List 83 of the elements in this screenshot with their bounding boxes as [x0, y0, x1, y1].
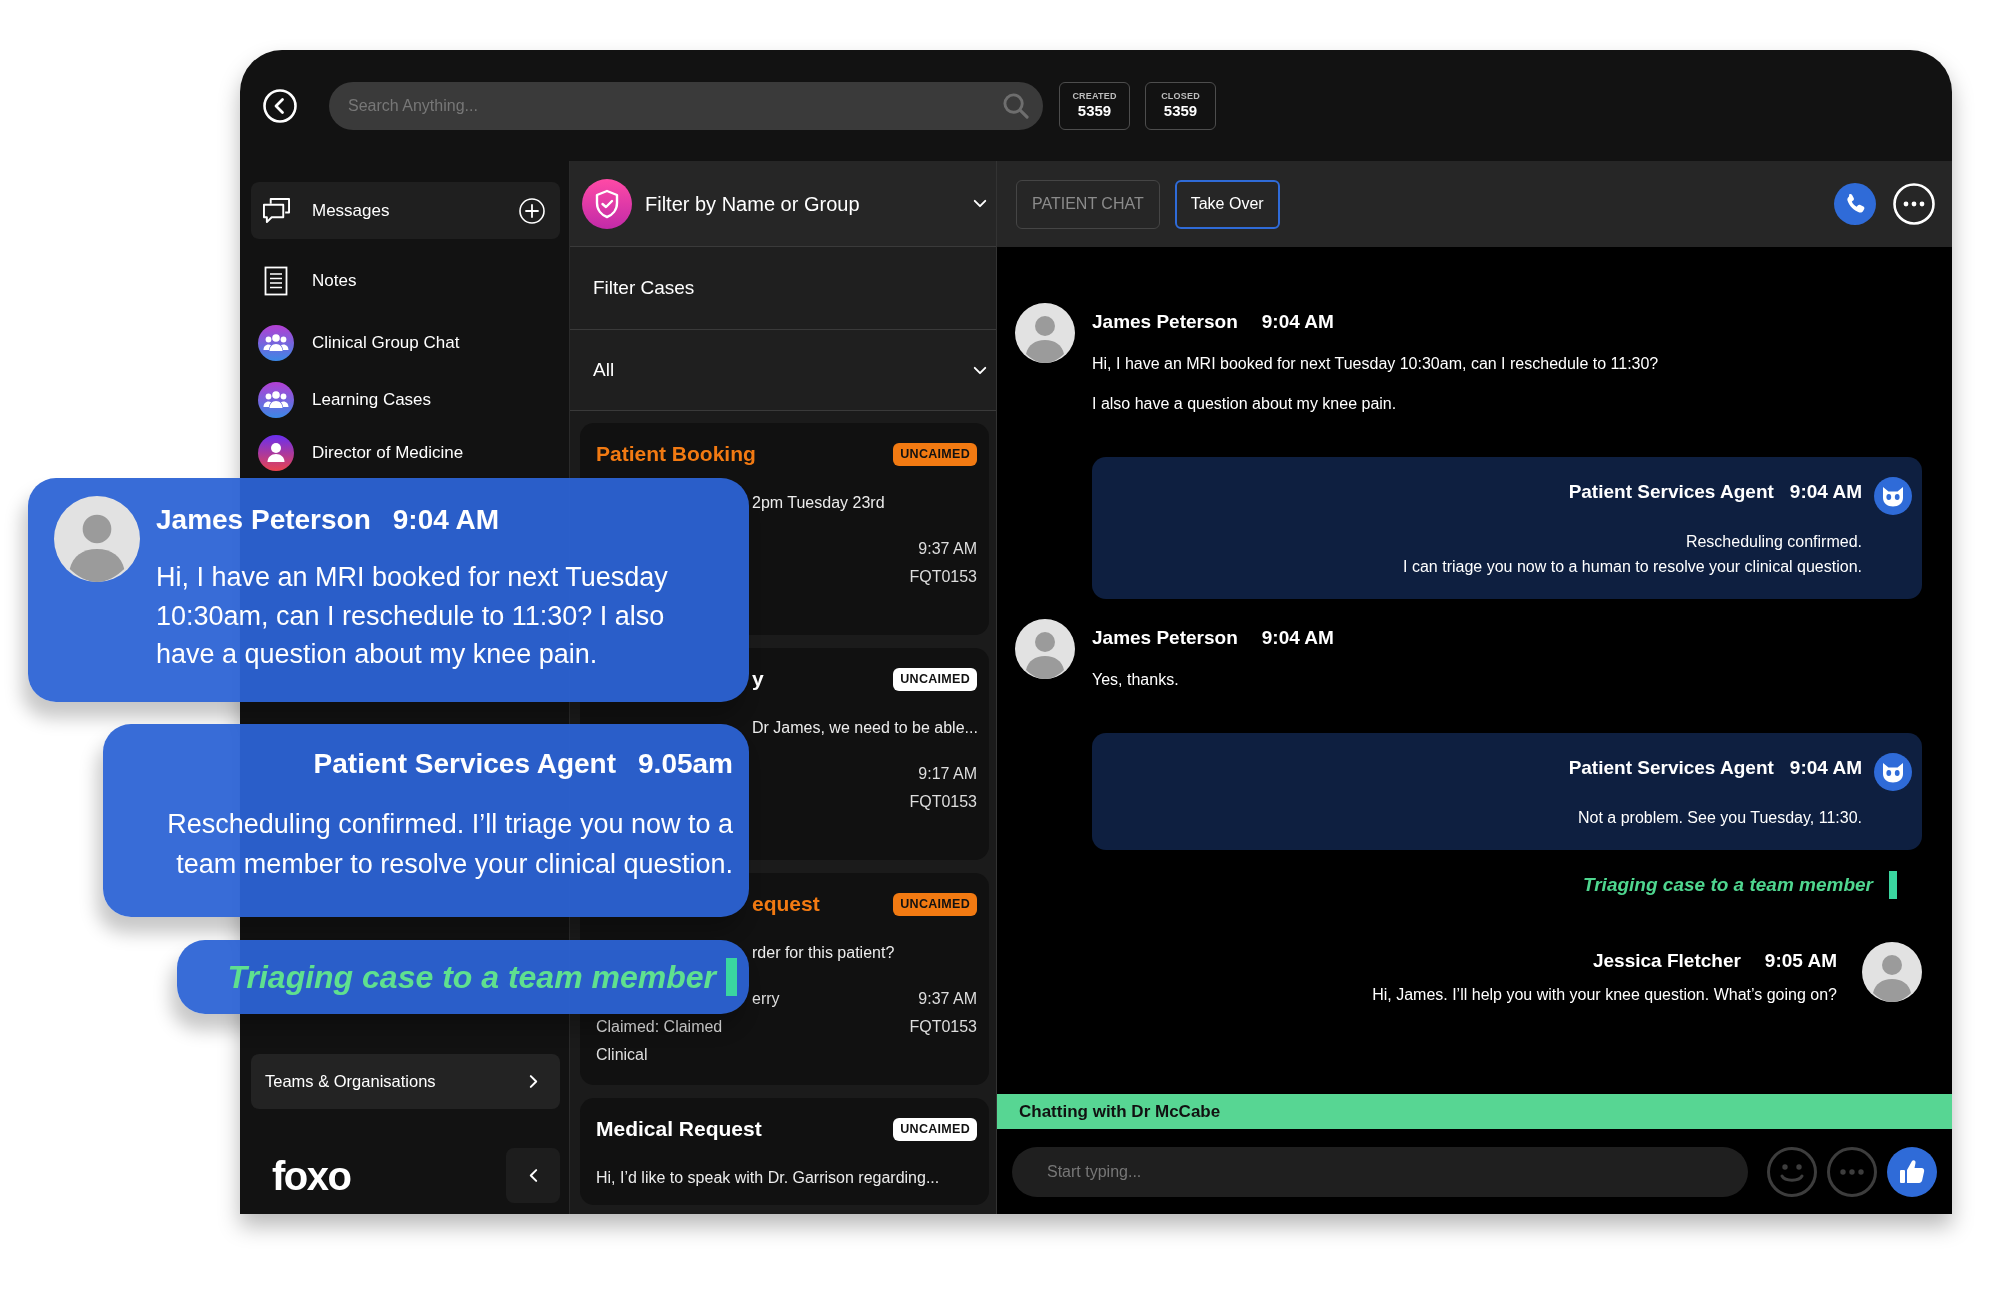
- teams-button[interactable]: Teams & Organisations: [251, 1054, 560, 1109]
- filter-cases-item[interactable]: Filter Cases: [570, 247, 996, 330]
- case-summary: Hi, I’d like to speak with Dr. Garrison regarding...: [596, 1168, 940, 1188]
- case-summary: Dr James, we need to be able...: [752, 718, 978, 738]
- avatar-icon: [54, 496, 140, 582]
- sidebar-item[interactable]: Notes: [251, 248, 560, 314]
- case-meta: 9:37 AM: [918, 989, 977, 1009]
- case-meta: FQT0153: [909, 1017, 977, 1037]
- counter-value: 5359: [1077, 102, 1112, 120]
- case-detail: erry: [752, 989, 780, 1009]
- case-title: equest: [752, 891, 820, 917]
- scope-dropdown[interactable]: All: [570, 330, 996, 411]
- sender-name: Jessica Fletcher: [1592, 949, 1741, 973]
- counter-label: CREATED: [1072, 91, 1117, 102]
- message-time: 9.05am: [638, 747, 733, 781]
- chevron-down-icon: [973, 199, 987, 208]
- status-text: Triaging case to a team member: [1582, 873, 1873, 897]
- avatar-icon: [1015, 619, 1075, 679]
- sender-name: Patient Services Agent: [1568, 480, 1774, 504]
- status-badge: UNCAIMED: [893, 1117, 977, 1141]
- message-time: 9:04 AM: [1261, 310, 1334, 334]
- sender-name: James Peterson: [1092, 626, 1238, 650]
- status-badge: UNCAIMED: [893, 442, 977, 466]
- message-text: I also have a question about my knee pain.: [1092, 394, 1398, 414]
- sidebar-item[interactable]: Learning Cases: [251, 371, 560, 428]
- chat-bubbles-icon: [261, 197, 291, 224]
- case-meta: 9:37 AM: [918, 539, 977, 559]
- message-text: Rescheduling confirmed.: [1684, 532, 1862, 552]
- message-input[interactable]: Start typing...: [1012, 1146, 1748, 1197]
- notes-icon: [264, 266, 288, 296]
- status-badge: UNCAIMED: [893, 892, 977, 916]
- sender-name: James Peterson: [1092, 310, 1238, 334]
- group-avatar-icon: [258, 381, 294, 418]
- message-text: Hi, James. I’ll help you with your knee question. What’s going on?: [1372, 985, 1837, 1005]
- chevron-right-icon: [529, 1074, 538, 1089]
- sidebar-item[interactable]: Clinical Group Chat: [251, 314, 560, 371]
- cat-face-icon: [1874, 477, 1912, 515]
- phone-icon[interactable]: [1834, 183, 1876, 225]
- back-icon[interactable]: [263, 88, 297, 123]
- message-text: Not a problem. See you Tuesday, 11:30.: [1576, 808, 1862, 828]
- case-detail: Claimed: Claimed: [596, 1017, 723, 1037]
- thumbs-up-icon[interactable]: [1887, 1146, 1937, 1197]
- avatar-icon: [1862, 942, 1922, 1002]
- shield-icon: [582, 178, 632, 229]
- sender-name: James Peterson: [156, 503, 371, 537]
- chevron-left-icon: [528, 1168, 538, 1183]
- case-title: Patient Booking: [596, 441, 756, 467]
- counter-value: 5359: [1163, 102, 1198, 120]
- cat-face-icon: [1874, 753, 1912, 791]
- status-badge: UNCAIMED: [893, 667, 977, 691]
- avatar-icon: [1015, 303, 1075, 363]
- group-avatar-icon: [258, 324, 294, 361]
- case-meta: 9:17 AM: [918, 764, 977, 784]
- case-title: y: [752, 666, 764, 692]
- group-filter-dropdown[interactable]: Filter by Name or Group: [570, 161, 996, 247]
- message-text: Yes, thanks.: [1092, 670, 1180, 690]
- message-text: I can triage you now to a human to resolve your clinical question.: [1402, 557, 1862, 577]
- chat-header-button[interactable]: Take Over: [1174, 179, 1280, 229]
- message-time: 9:04 AM: [1789, 480, 1862, 504]
- sidebar-item[interactable]: Director of Medicine: [251, 428, 560, 478]
- message-time: 9:04 AM: [392, 503, 500, 537]
- sender-name: Patient Services Agent: [1568, 756, 1774, 780]
- typing-cursor-icon: [726, 958, 737, 996]
- user-avatar-icon: [258, 435, 294, 471]
- case-card[interactable]: Medical Request UNCAIMED Hi, I’d like to speak with Dr. Garrison regarding...: [580, 1098, 989, 1205]
- case-summary: 2pm Tuesday 23rd: [752, 493, 885, 513]
- app-logo: foxo: [272, 1155, 351, 1196]
- case-summary: rder for this patient?: [752, 943, 895, 963]
- message-time: 9:05 AM: [1764, 949, 1837, 973]
- sidebar-item[interactable]: Messages: [251, 182, 560, 239]
- search-field[interactable]: Search Anything...: [329, 81, 1043, 130]
- case-title: Medical Request: [596, 1116, 762, 1142]
- message-time: 9:04 AM: [1261, 626, 1334, 650]
- message-time: 9:04 AM: [1789, 756, 1862, 780]
- case-meta: FQT0153: [909, 792, 977, 812]
- case-meta: FQT0153: [909, 567, 977, 587]
- add-icon[interactable]: [519, 197, 545, 224]
- chatting-banner: Chatting with Dr McCabe: [997, 1094, 1952, 1129]
- chevron-down-icon: [973, 365, 987, 375]
- typing-cursor-icon: [1889, 871, 1897, 899]
- counter-label: CLOSED: [1161, 91, 1200, 102]
- message-text: Hi, I have an MRI booked for next Tuesday 10:30am, can I reschedule to 11:30?: [1092, 354, 1659, 374]
- case-detail: Clinical: [596, 1045, 648, 1065]
